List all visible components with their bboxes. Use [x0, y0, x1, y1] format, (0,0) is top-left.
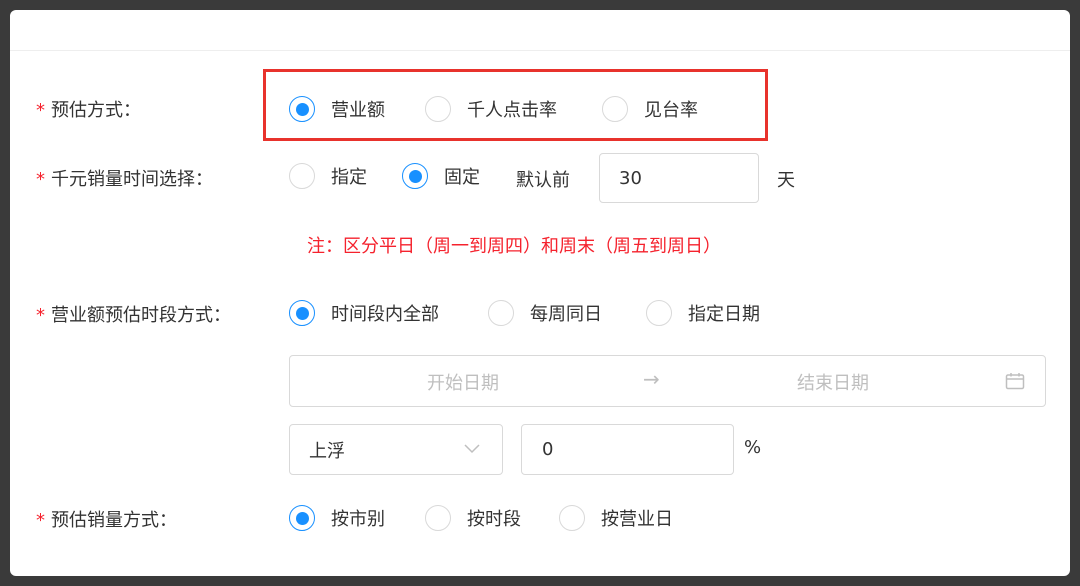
divider: [10, 50, 1070, 51]
required-mark: *: [36, 510, 45, 531]
days-unit-text: 天: [777, 170, 795, 191]
radio-by-period-label: 按时段: [467, 509, 521, 530]
end-date-input[interactable]: 结束日期: [797, 369, 869, 395]
radio-ctr-label: 千人点击率: [467, 100, 557, 121]
radio-circle[interactable]: [425, 96, 451, 122]
radio-specified[interactable]: 指定: [289, 163, 367, 189]
percent-input-value: 0: [542, 439, 554, 460]
radio-circle[interactable]: [559, 505, 585, 531]
weekday-weekend-note: 注：区分平日（周一到周四）和周末（周五到周日）: [307, 236, 721, 257]
radio-ctr[interactable]: 千人点击率: [425, 96, 557, 122]
time-select-label: * 千元销量时间选择：: [36, 165, 213, 191]
range-arrow-icon: →: [643, 367, 660, 391]
radio-revenue-label: 营业额: [331, 100, 385, 121]
radio-specified-label: 指定: [331, 167, 367, 188]
chevron-down-icon[interactable]: [464, 444, 480, 454]
radio-same-weekday[interactable]: 每周同日: [488, 300, 602, 326]
radio-circle[interactable]: [488, 300, 514, 326]
period-method-label: * 营业额预估时段方式：: [36, 301, 231, 327]
sales-method-label: * 预估销量方式：: [36, 506, 177, 532]
radio-table-rate[interactable]: 见台率: [602, 96, 698, 122]
radio-fixed-label: 固定: [444, 167, 480, 188]
days-input[interactable]: 30: [599, 153, 759, 203]
sales-method-label-text: 预估销量方式：: [51, 510, 177, 531]
required-mark: *: [36, 100, 45, 121]
float-select[interactable]: 上浮: [289, 424, 503, 475]
radio-specified-date[interactable]: 指定日期: [646, 300, 760, 326]
radio-circle[interactable]: [425, 505, 451, 531]
time-select-label-text: 千元销量时间选择：: [51, 169, 213, 190]
radio-circle[interactable]: [289, 505, 315, 531]
estimate-method-label-text: 预估方式：: [51, 100, 141, 121]
start-date-input[interactable]: 开始日期: [427, 369, 499, 395]
radio-revenue[interactable]: 营业额: [289, 96, 385, 122]
radio-all-period[interactable]: 时间段内全部: [289, 300, 439, 326]
default-prefix-text: 默认前: [516, 170, 570, 191]
date-range-picker[interactable]: 开始日期 → 结束日期: [289, 355, 1046, 407]
radio-specified-date-label: 指定日期: [688, 304, 760, 325]
radio-circle[interactable]: [289, 300, 315, 326]
radio-by-market-label: 按市别: [331, 509, 385, 530]
form-panel: * 预估方式： 营业额 千人点击率 见台率 * 千元销量时间选择： 指定 固定 默认…: [10, 10, 1070, 576]
radio-circle[interactable]: [646, 300, 672, 326]
radio-circle[interactable]: [402, 163, 428, 189]
percent-input[interactable]: 0: [521, 424, 734, 475]
radio-all-period-label: 时间段内全部: [331, 304, 439, 325]
float-select-value: 上浮: [309, 440, 345, 462]
radio-by-market[interactable]: 按市别: [289, 505, 385, 531]
radio-by-business-day[interactable]: 按营业日: [559, 505, 673, 531]
estimate-method-label: * 预估方式：: [36, 96, 141, 122]
calendar-icon[interactable]: [1005, 372, 1025, 390]
radio-circle[interactable]: [289, 96, 315, 122]
radio-circle[interactable]: [602, 96, 628, 122]
radio-table-rate-label: 见台率: [644, 100, 698, 121]
period-method-label-text: 营业额预估时段方式：: [51, 305, 231, 326]
radio-fixed[interactable]: 固定: [402, 163, 480, 189]
required-mark: *: [36, 169, 45, 190]
percent-unit-text: %: [744, 437, 762, 458]
radio-by-period[interactable]: 按时段: [425, 505, 521, 531]
radio-circle[interactable]: [289, 163, 315, 189]
days-input-value: 30: [619, 167, 642, 189]
required-mark: *: [36, 305, 45, 326]
radio-by-business-day-label: 按营业日: [601, 509, 673, 530]
radio-same-weekday-label: 每周同日: [530, 304, 602, 325]
